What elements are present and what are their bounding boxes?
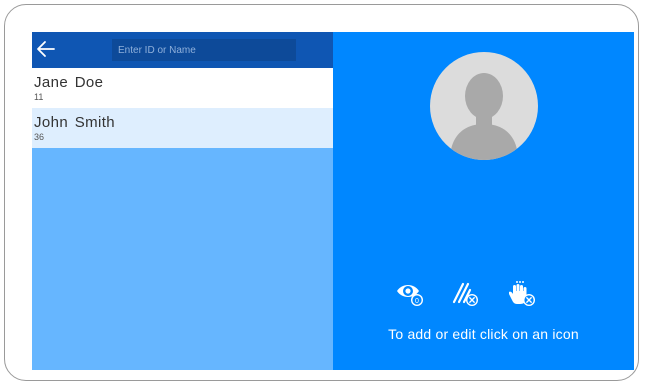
user-silhouette-icon [430,52,538,160]
hand-touch-icon [509,281,535,306]
back-button[interactable] [34,37,58,61]
arrow-left-icon [37,41,55,57]
user-list: Jane Doe 11 John Smith 36 [32,68,333,148]
device-frame: Jane Doe 11 John Smith 36 [4,4,639,381]
list-item[interactable]: Jane Doe 11 [32,68,333,108]
eye-badge-count: 0 [415,298,419,305]
top-bar [32,32,333,68]
card-button[interactable] [450,280,482,308]
card-swipe-icon [452,282,478,306]
hint-text: To add or edit click on an icon [388,326,579,342]
user-list-panel: Jane Doe 11 John Smith 36 [32,32,333,370]
search-input[interactable] [112,39,296,61]
avatar [430,52,538,160]
user-name: John Smith [34,114,116,131]
user-name: Jane Doe [34,74,104,91]
user-id: 11 [34,92,44,102]
enrollment-icons: 0 [333,280,634,308]
touch-button[interactable] [506,280,538,308]
app-screen: Jane Doe 11 John Smith 36 [32,32,634,370]
list-item[interactable]: John Smith 36 [32,108,333,148]
user-detail-panel: 0 To add or edit click on an icon [333,32,634,370]
user-id: 36 [34,132,45,142]
eye-button[interactable]: 0 [395,280,427,308]
eye-icon: 0 [397,285,423,306]
